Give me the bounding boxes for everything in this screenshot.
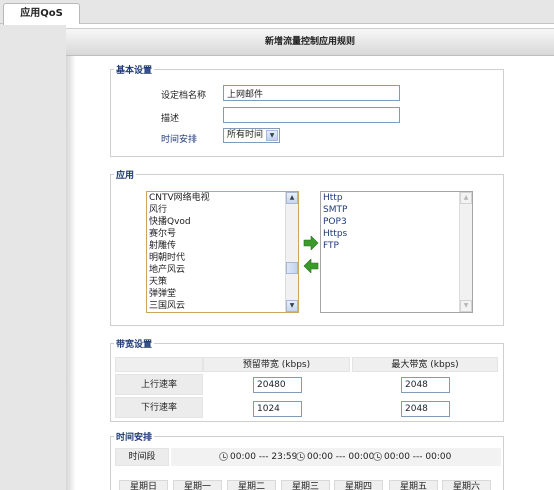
basic-settings-section: 基本设置 设定档名称 描述 时间安排 所有时间 ▼ [110, 63, 504, 157]
selected-app-item[interactable]: Https [321, 228, 472, 240]
available-app-item[interactable]: 弹弹堂 [147, 288, 298, 300]
upload-reserved-input[interactable] [253, 377, 302, 393]
weekday-header: 星期六 [442, 480, 491, 490]
profile-name-input[interactable] [223, 85, 400, 101]
available-app-item[interactable]: 地产风云 [147, 264, 298, 276]
weekday-header: 星期二 [227, 480, 276, 490]
scroll-up-icon: ▲ [460, 192, 472, 204]
main-panel: 新增流量控制应用规则 基本设置 设定档名称 描述 时间安排 所有时间 ▼ 应用 … [66, 24, 554, 490]
scroll-up-icon[interactable]: ▲ [286, 192, 298, 204]
download-reserved-input[interactable] [253, 401, 302, 417]
available-app-item[interactable]: 明朝时代 [147, 252, 298, 264]
application-title: 应用 [114, 168, 137, 181]
download-max-input[interactable] [401, 401, 450, 417]
weekday-header: 星期日 [119, 480, 168, 490]
time-schedule-title: 时间安排 [114, 430, 155, 443]
clock-icon[interactable] [373, 452, 382, 461]
time-range-2[interactable]: 00:00 --- 00:00 [307, 452, 374, 462]
available-app-item[interactable]: 射雕传 [147, 240, 298, 252]
time-range-1[interactable]: 00:00 --- 23:59 [230, 452, 297, 462]
schedule-select[interactable]: 所有时间 ▼ [223, 128, 280, 143]
selected-apps-list[interactable]: Http SMTP POP3 Https FTP ▲ ▼ [320, 191, 473, 313]
max-bandwidth-header: 最大带宽 (kbps) [352, 357, 498, 372]
clock-icon[interactable] [296, 452, 305, 461]
tab-bar: 应用QoS [0, 0, 554, 25]
scroll-down-icon: ▼ [460, 300, 472, 312]
selected-app-item[interactable]: FTP [321, 240, 472, 252]
remove-app-arrow-icon[interactable] [303, 259, 319, 273]
profile-name-label: 设定档名称 [161, 91, 207, 101]
selected-apps-scrollbar: ▲ ▼ [459, 192, 472, 312]
application-section: 应用 CNTV网络电视 风行 快播Qvod 赛尔号 射雕传 明朝时代 地产风云 天策 弹弹堂 三国… [110, 168, 504, 326]
available-app-item[interactable]: CNTV网络电视 [147, 192, 298, 204]
available-apps-list[interactable]: CNTV网络电视 风行 快播Qvod 赛尔号 射雕传 明朝时代 地产风云 天策 弹弹堂 三国风云 … [146, 191, 299, 313]
selected-apps-items: Http SMTP POP3 Https FTP [321, 192, 472, 252]
available-app-item[interactable]: 快播Qvod [147, 216, 298, 228]
upload-max-input[interactable] [401, 377, 450, 393]
available-apps-items: CNTV网络电视 风行 快播Qvod 赛尔号 射雕传 明朝时代 地产风云 天策 弹弹堂 三国风云 [147, 192, 298, 312]
available-app-item[interactable]: 天策 [147, 276, 298, 288]
scroll-thumb[interactable] [286, 262, 298, 274]
tab-app-qos[interactable]: 应用QoS [3, 3, 80, 25]
schedule-label: 时间安排 [161, 135, 198, 145]
schedule-select-value: 所有时间 [227, 130, 264, 140]
page-title-bar: 新增流量控制应用规则 [66, 28, 554, 56]
upload-rate-label: 上行速率 [115, 374, 203, 395]
scroll-down-icon[interactable]: ▼ [286, 300, 298, 312]
selected-app-item[interactable]: Http [321, 192, 472, 204]
selected-app-item[interactable]: SMTP [321, 204, 472, 216]
available-app-item[interactable]: 三国风云 [147, 300, 298, 312]
weekday-header: 星期三 [281, 480, 330, 490]
bandwidth-section: 带宽设置 预留带宽 (kbps) 最大带宽 (kbps) 上行速率 下行速率 [110, 337, 504, 422]
chevron-down-icon: ▼ [266, 130, 278, 141]
description-input[interactable] [223, 107, 400, 123]
clock-icon[interactable] [219, 452, 228, 461]
add-app-arrow-icon[interactable] [303, 236, 319, 250]
available-app-item[interactable]: 风行 [147, 204, 298, 216]
weekday-header: 星期一 [173, 480, 222, 490]
description-label: 描述 [161, 114, 180, 124]
download-rate-label: 下行速率 [115, 397, 203, 418]
reserved-bandwidth-header: 预留带宽 (kbps) [203, 357, 350, 372]
panel-shade [66, 56, 76, 490]
time-period-label: 时间段 [115, 448, 169, 466]
available-app-item[interactable]: 赛尔号 [147, 228, 298, 240]
selected-app-item[interactable]: POP3 [321, 216, 472, 228]
basic-settings-title: 基本设置 [114, 63, 155, 76]
page-title: 新增流量控制应用规则 [264, 37, 355, 47]
time-range-3[interactable]: 00:00 --- 00:00 [384, 452, 451, 462]
bandwidth-corner-header [115, 357, 203, 372]
bandwidth-title: 带宽设置 [114, 337, 155, 350]
available-apps-scrollbar[interactable]: ▲ ▼ [285, 192, 298, 312]
weekday-header: 星期四 [334, 480, 383, 490]
weekday-header: 星期五 [389, 480, 438, 490]
